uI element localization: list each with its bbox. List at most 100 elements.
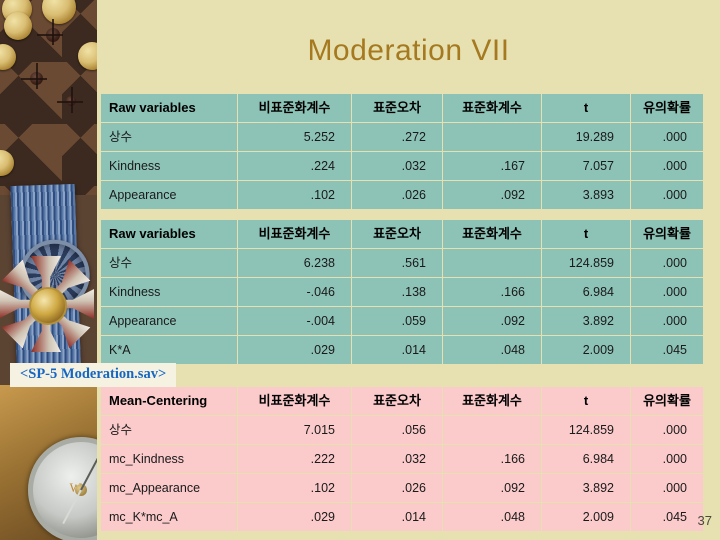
column-header-variable: Raw variables <box>101 94 237 122</box>
cell-variable: mc_Kindness <box>101 445 237 473</box>
cell-std-error: .014 <box>352 503 442 531</box>
coin-icon <box>78 42 97 70</box>
cell-standardized-beta <box>443 123 541 151</box>
cell-variable: mc_K*mc_A <box>101 503 237 531</box>
cell-unstandardized-b: .102 <box>238 181 351 209</box>
table-row: 상수 6.238 .561 124.859 .000 <box>101 249 703 277</box>
cell-unstandardized-b: 7.015 <box>238 416 351 444</box>
cell-unstandardized-b: .224 <box>238 152 351 180</box>
column-header-t: t <box>542 94 630 122</box>
cell-t: 7.057 <box>542 152 630 180</box>
page-number: 37 <box>697 513 712 528</box>
column-header-t: t <box>542 387 630 415</box>
cell-unstandardized-b: .102 <box>238 474 351 502</box>
cell-standardized-beta: .048 <box>443 503 541 531</box>
cell-significance: .000 <box>631 445 703 473</box>
cell-std-error: .272 <box>352 123 442 151</box>
stud-icon <box>37 19 63 45</box>
cell-significance: .045 <box>631 336 703 364</box>
cell-std-error: .056 <box>352 416 442 444</box>
compass-photo: W <box>0 385 97 540</box>
cell-unstandardized-b: -.004 <box>238 307 351 335</box>
coin-icon <box>0 44 16 70</box>
cell-significance: .000 <box>631 249 703 277</box>
cell-standardized-beta: .166 <box>443 278 541 306</box>
cell-t: 3.893 <box>542 181 630 209</box>
slide-canvas: W Moderation VII Raw variables 비표준화계수 표준… <box>0 0 720 540</box>
page-title: Moderation VII <box>307 34 510 67</box>
column-header-variable: Mean-Centering <box>101 387 237 415</box>
stud-icon <box>21 63 47 89</box>
cell-significance: .000 <box>631 416 703 444</box>
cell-std-error: .026 <box>352 181 442 209</box>
table-header-row: Raw variables 비표준화계수 표준오차 표준화계수 t 유의확률 <box>101 94 703 122</box>
coin-icon <box>4 12 32 40</box>
cell-t: 19.289 <box>542 123 630 151</box>
cell-standardized-beta <box>443 249 541 277</box>
cell-variable: 상수 <box>101 416 237 444</box>
maltese-cross-medal-icon <box>0 252 97 356</box>
table-row: 상수 7.015 .056 124.859 .000 <box>101 416 703 444</box>
cell-significance: .000 <box>631 123 703 151</box>
cell-t: 3.892 <box>542 474 630 502</box>
raw-variables-table-1: Raw variables 비표준화계수 표준오차 표준화계수 t 유의확률 상… <box>100 93 704 210</box>
cell-unstandardized-b: .029 <box>238 503 351 531</box>
table-row: Kindness -.046 .138 .166 6.984 .000 <box>101 278 703 306</box>
coin-icon <box>42 0 76 24</box>
cell-t: 6.984 <box>542 278 630 306</box>
cell-standardized-beta <box>443 416 541 444</box>
cell-standardized-beta: .092 <box>443 307 541 335</box>
cell-unstandardized-b: 6.238 <box>238 249 351 277</box>
column-header-std-error: 표준오차 <box>352 387 442 415</box>
raw-variables-table-2: Raw variables 비표준화계수 표준오차 표준화계수 t 유의확률 상… <box>100 219 704 365</box>
cell-variable: K*A <box>101 336 237 364</box>
cell-t: 124.859 <box>542 416 630 444</box>
cell-standardized-beta: .092 <box>443 181 541 209</box>
column-header-unstandardized-b: 비표준화계수 <box>238 387 351 415</box>
cell-significance: .000 <box>631 307 703 335</box>
cell-variable: Kindness <box>101 152 237 180</box>
cell-standardized-beta: .048 <box>443 336 541 364</box>
compass-icon: W <box>28 437 97 540</box>
cell-variable: Appearance <box>101 181 237 209</box>
cell-significance: .045 <box>631 503 703 531</box>
cell-std-error: .561 <box>352 249 442 277</box>
table-row: mc_Appearance .102 .026 .092 3.892 .000 <box>101 474 703 502</box>
cell-standardized-beta: .166 <box>443 445 541 473</box>
column-header-significance: 유의확률 <box>631 387 703 415</box>
table-row: mc_K*mc_A .029 .014 .048 2.009 .045 <box>101 503 703 531</box>
table-row: 상수 5.252 .272 19.289 .000 <box>101 123 703 151</box>
cell-variable: 상수 <box>101 123 237 151</box>
column-header-unstandardized-b: 비표준화계수 <box>238 94 351 122</box>
table-row: Appearance .102 .026 .092 3.893 .000 <box>101 181 703 209</box>
cell-variable: mc_Appearance <box>101 474 237 502</box>
cell-significance: .000 <box>631 278 703 306</box>
table-row: K*A .029 .014 .048 2.009 .045 <box>101 336 703 364</box>
cell-significance: .000 <box>631 181 703 209</box>
cell-variable: Kindness <box>101 278 237 306</box>
table-header-row: Raw variables 비표준화계수 표준오차 표준화계수 t 유의확률 <box>101 220 703 248</box>
cell-unstandardized-b: .222 <box>238 445 351 473</box>
cell-std-error: .032 <box>352 152 442 180</box>
cell-std-error: .026 <box>352 474 442 502</box>
mean-centering-table: Mean-Centering 비표준화계수 표준오차 표준화계수 t 유의확률 … <box>100 386 704 532</box>
cell-t: 3.892 <box>542 307 630 335</box>
cell-std-error: .014 <box>352 336 442 364</box>
checkerboard-coins-photo <box>0 0 97 195</box>
column-header-significance: 유의확률 <box>631 94 703 122</box>
column-header-std-error: 표준오차 <box>352 220 442 248</box>
column-header-standardized-beta: 표준화계수 <box>443 94 541 122</box>
cell-std-error: .032 <box>352 445 442 473</box>
decorative-photo-strip: W <box>0 0 97 540</box>
column-header-std-error: 표준오차 <box>352 94 442 122</box>
cell-unstandardized-b: 5.252 <box>238 123 351 151</box>
sav-file-caption: <SP-5 Moderation.sav> <box>10 363 177 387</box>
cell-significance: .000 <box>631 152 703 180</box>
cell-standardized-beta: .092 <box>443 474 541 502</box>
column-header-variable: Raw variables <box>101 220 237 248</box>
column-header-standardized-beta: 표준화계수 <box>443 220 541 248</box>
compass-hub <box>75 484 87 496</box>
table-row: mc_Kindness .222 .032 .166 6.984 .000 <box>101 445 703 473</box>
cell-unstandardized-b: .029 <box>238 336 351 364</box>
cell-std-error: .059 <box>352 307 442 335</box>
